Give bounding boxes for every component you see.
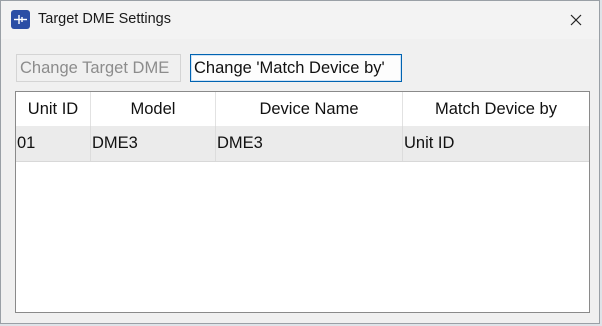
cell-device-name: DME3 — [216, 126, 403, 161]
device-table[interactable]: Unit ID Model Device Name Match Device b… — [15, 91, 590, 313]
dme-app-icon — [11, 10, 30, 29]
close-icon — [570, 14, 582, 26]
cell-unit-id: 01 — [16, 126, 91, 161]
table-row[interactable]: 01 DME3 DME3 Unit ID — [16, 126, 589, 162]
close-button[interactable] — [553, 1, 599, 39]
window-title: Target DME Settings — [38, 11, 171, 27]
column-header-match-device-by[interactable]: Match Device by — [403, 92, 589, 126]
column-header-unit-id[interactable]: Unit ID — [16, 92, 91, 126]
cell-match-device-by: Unit ID — [404, 134, 455, 152]
cell-model: DME3 — [91, 126, 216, 161]
dialog-window: Target DME Settings Change Target DME Ch… — [0, 0, 600, 324]
table-header: Unit ID Model Device Name Match Device b… — [16, 92, 589, 126]
column-header-device-name[interactable]: Device Name — [216, 92, 403, 126]
change-match-device-by-button[interactable]: Change 'Match Device by' — [190, 54, 402, 82]
change-target-dme-button[interactable]: Change Target DME — [16, 54, 181, 82]
column-header-model[interactable]: Model — [91, 92, 216, 126]
title-bar[interactable]: Target DME Settings — [1, 1, 599, 39]
